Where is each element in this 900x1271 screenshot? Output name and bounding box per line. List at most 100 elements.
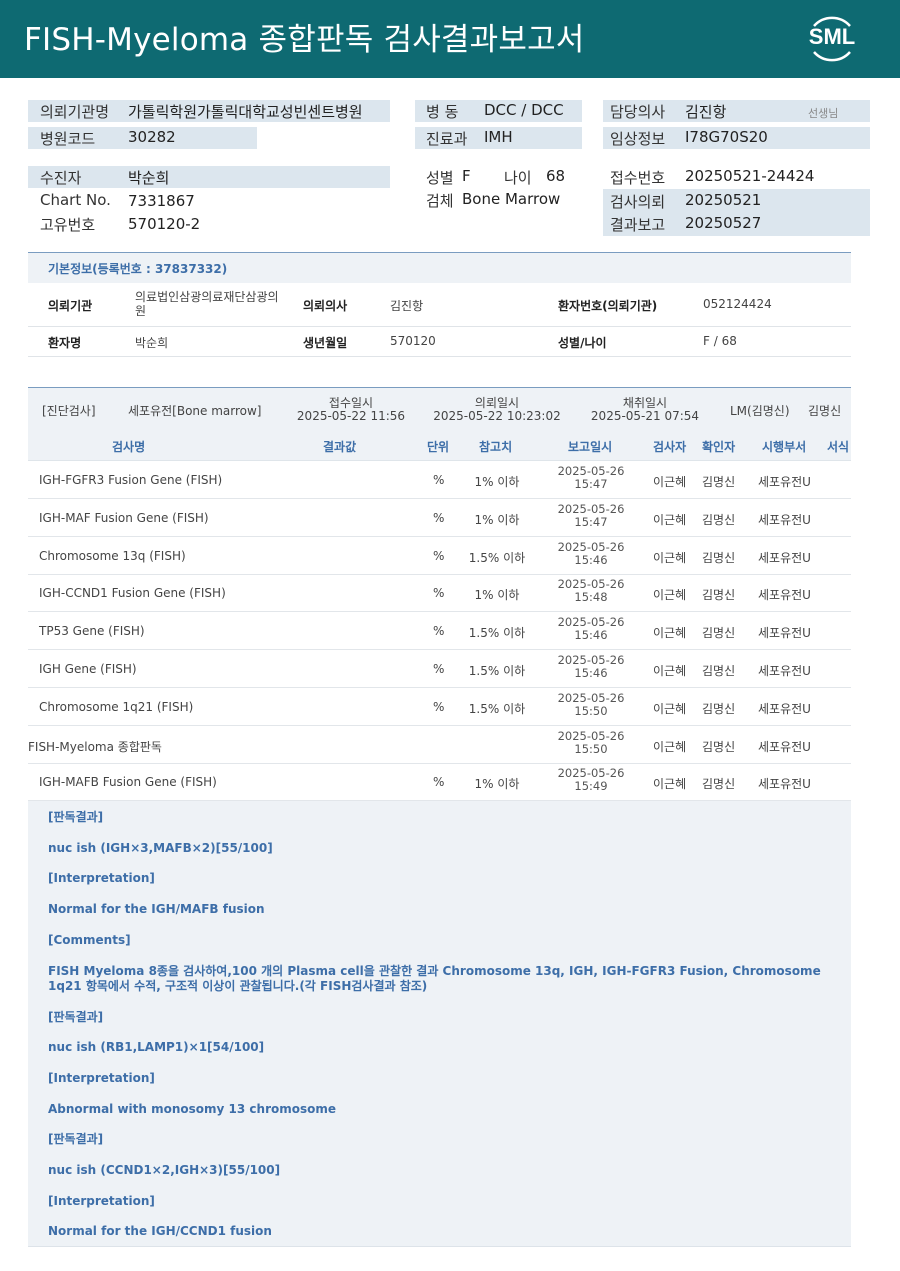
checker-cell: 김명신 xyxy=(702,475,736,489)
name-label: 수진자 xyxy=(40,169,82,187)
result-text: FISH Myeloma 8종을 검사하여,100 개의 Plasma cell… xyxy=(48,964,821,993)
receipt-label: 접수번호 xyxy=(610,169,666,187)
result-text: [Interpretation] xyxy=(48,871,155,885)
test-name-cell: IGH-CCND1 Fusion Gene (FISH) xyxy=(39,586,226,600)
exam-specimen: 세포유전[Bone marrow] xyxy=(128,404,262,418)
test-name-cell: IGH-FGFR3 Fusion Gene (FISH) xyxy=(39,473,223,487)
col-test-name: 검사명 xyxy=(112,440,146,454)
pno-value: 052124424 xyxy=(703,297,772,311)
specimen-value: Bone Marrow xyxy=(462,190,561,208)
dept-cell: 세포유전U xyxy=(758,513,811,527)
tester-cell: 이근혜 xyxy=(653,588,687,602)
hospital-label: 의뢰기관명 xyxy=(40,103,110,121)
sex-value: F xyxy=(462,167,471,185)
lm-name: 김명신 xyxy=(808,404,842,418)
reference-cell: 1.5% 이하 xyxy=(468,551,526,565)
test-name-cell: IGH Gene (FISH) xyxy=(39,662,137,676)
hospital-value: 가톨릭학원가톨릭대학교성빈센트병원 xyxy=(128,103,363,121)
uid-label: 고유번호 xyxy=(40,216,96,234)
exam-category: [진단검사] xyxy=(42,404,96,418)
request-label: 검사의뢰 xyxy=(610,193,666,211)
checker-cell: 김명신 xyxy=(702,740,736,754)
sexage-value: F / 68 xyxy=(703,334,737,348)
result-row: [Interpretation] xyxy=(28,1062,851,1094)
tester-cell: 이근혜 xyxy=(653,702,687,716)
age-value: 68 xyxy=(546,167,566,185)
col-unit: 단위 xyxy=(427,440,450,454)
report-time-cell: 15:48 xyxy=(574,590,608,604)
report-time-cell: 15:49 xyxy=(574,779,608,793)
result-text: [Comments] xyxy=(48,933,131,947)
dept-cell: 세포유전U xyxy=(758,626,811,640)
checker-cell: 김명신 xyxy=(702,702,736,716)
name-box xyxy=(28,166,390,188)
report-time-cell: 15:50 xyxy=(574,742,608,756)
dept-cell: 세포유전U xyxy=(758,551,811,565)
reference-cell: 1% 이하 xyxy=(474,513,520,527)
checker-cell: 김명신 xyxy=(702,513,736,527)
col-reference: 참고치 xyxy=(479,440,513,454)
result-row: [Comments] xyxy=(28,924,851,956)
ward-label: 병 동 xyxy=(426,103,459,121)
doctor-value: 김진항 xyxy=(685,103,727,121)
col-report-date: 보고일시 xyxy=(568,440,613,454)
checker-cell: 김명신 xyxy=(702,551,736,565)
doc-label: 의뢰의사 xyxy=(303,299,348,313)
checker-cell: 김명신 xyxy=(702,588,736,602)
test-name-cell: IGH-MAF Fusion Gene (FISH) xyxy=(39,511,209,525)
pno-label: 환자번호(의뢰기관) xyxy=(558,299,658,313)
test-name-cell: FISH-Myeloma 종합판독 xyxy=(28,740,162,754)
report-time-cell: 15:47 xyxy=(574,515,608,529)
result-text: [판독결과] xyxy=(48,1010,104,1024)
test-name-cell: TP53 Gene (FISH) xyxy=(39,624,145,638)
report-header-bar: FISH-Myeloma 종합판독 검사결과보고서 SML xyxy=(0,0,900,78)
result-row: FISH Myeloma 8종을 검사하여,100 개의 Plasma cell… xyxy=(28,955,851,1002)
basic-info-heading: 기본정보(등록번호 : 37837332) xyxy=(28,252,851,283)
checker-cell: 김명신 xyxy=(702,664,736,678)
code-value: 30282 xyxy=(128,128,176,146)
report-title: FISH-Myeloma 종합판독 검사결과보고서 xyxy=(24,22,585,58)
doctor-suffix: 선생님 xyxy=(808,107,839,120)
reference-cell: 1.5% 이하 xyxy=(468,702,526,716)
tester-cell: 이근혜 xyxy=(653,777,687,791)
result-row: [판독결과] xyxy=(28,1001,851,1033)
reference-cell: 1% 이하 xyxy=(474,777,520,791)
result-text: nuc ish (IGH×3,MAFB×2)[55/100] xyxy=(48,841,273,855)
report-time-cell: 15:47 xyxy=(574,477,608,491)
uid-value: 570120-2 xyxy=(128,215,201,233)
tester-cell: 이근혜 xyxy=(653,626,687,640)
clinical-value: I78G70S20 xyxy=(685,128,768,146)
report-time-cell: 15:46 xyxy=(574,666,608,680)
receipt-time-value: 2025-05-22 11:56 xyxy=(296,409,406,423)
ward-value: DCC / DCC xyxy=(484,101,564,119)
report-time-cell: 15:46 xyxy=(574,553,608,567)
dob-value: 570120 xyxy=(390,334,436,348)
chart-value: 7331867 xyxy=(128,192,195,210)
result-text: [Interpretation] xyxy=(48,1194,155,1208)
report-time-cell: 15:46 xyxy=(574,628,608,642)
tester-cell: 이근혜 xyxy=(653,475,687,489)
clinical-label: 임상정보 xyxy=(610,130,666,148)
code-label: 병원코드 xyxy=(40,130,96,148)
result-row: nuc ish (CCND1×2,IGH×3)[55/100] xyxy=(28,1154,851,1186)
request-time-value: 2025-05-22 10:23:02 xyxy=(433,409,561,423)
dept-label: 진료과 xyxy=(426,130,468,148)
inst-value: 의료법인삼광의료재단삼광의원 xyxy=(135,290,279,318)
test-name-cell: IGH-MAFB Fusion Gene (FISH) xyxy=(39,775,217,789)
dob-label: 생년월일 xyxy=(303,336,348,350)
result-row: Abnormal with monosomy 13 chromosome xyxy=(28,1093,851,1125)
dept-cell: 세포유전U xyxy=(758,588,811,602)
divider xyxy=(28,326,851,327)
checker-cell: 김명신 xyxy=(702,626,736,640)
result-row: [Interpretation] xyxy=(28,862,851,894)
result-text: nuc ish (RB1,LAMP1)×1[54/100] xyxy=(48,1040,265,1054)
lm-label: LM(김명신) xyxy=(730,404,790,418)
doc-value: 김진항 xyxy=(390,299,424,313)
reference-cell: 1.5% 이하 xyxy=(468,664,526,678)
result-row: nuc ish (IGH×3,MAFB×2)[55/100] xyxy=(28,832,851,864)
report-label: 결과보고 xyxy=(610,216,666,234)
result-text: [판독결과] xyxy=(48,1132,104,1146)
report-value: 20250527 xyxy=(685,214,762,232)
divider xyxy=(28,356,851,357)
dept-cell: 세포유전U xyxy=(758,740,811,754)
